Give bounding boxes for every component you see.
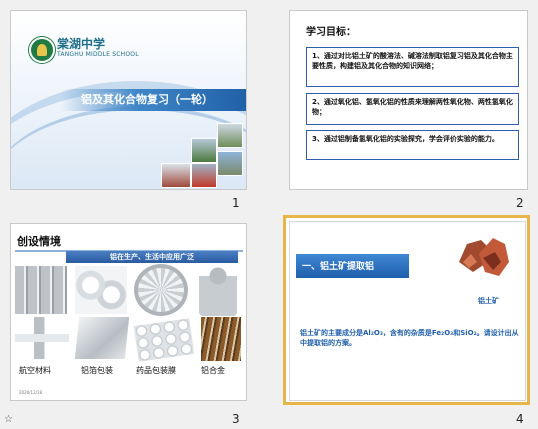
campus-photo	[191, 163, 217, 188]
bauxite-label: 铝土矿	[478, 297, 499, 305]
slide-thumbnail-3[interactable]: 创设情境 铝在生产、生活中应用广泛 航空材料 铝箔包装 药品包装膜 铝合金 20…	[10, 223, 247, 401]
slide-thumbnail-4[interactable]: 一、铝土矿提取铝 铝土矿 铝土矿的主要成分是Al₂O₃，含有的杂质是Fe₂O₃和…	[283, 215, 530, 405]
star-icon[interactable]: ☆	[4, 414, 13, 425]
slide-number: 1	[232, 196, 240, 210]
pill-blister-image	[133, 318, 195, 362]
slide-body-text: 铝土矿的主要成分是Al₂O₃，含有的杂质是Fe₂O₃和SiO₂。请设计出从中提取…	[300, 329, 519, 347]
wheel-rim-image	[134, 264, 188, 316]
slide-heading: 创设情境	[17, 235, 61, 248]
campus-photo	[161, 163, 191, 188]
slide-thumbnail-2[interactable]: 学习目标： 1、通过对比铝土矿的酸溶法、碱溶法制取铝复习铝及其化合物主要性质，构…	[289, 10, 528, 190]
goal-box-1: 1、通过对比铝土矿的酸溶法、碱溶法制取铝复习铝及其化合物主要性质，构建铝及其化合…	[306, 47, 519, 87]
caption-foil: 铝箔包装	[81, 366, 113, 375]
slide-title: 铝及其化合物复习（一轮）	[81, 93, 213, 106]
banner: 铝在生产、生活中应用广泛	[66, 251, 238, 263]
slide-number: 2	[516, 196, 524, 210]
aluminum-foil-image	[74, 317, 130, 359]
goal-box-3: 3、通过铝制备氢氧化铝的实验探究，学会评价实验的能力。	[306, 130, 519, 160]
campus-photo	[217, 151, 243, 176]
caption-aviation: 航空材料	[19, 366, 51, 375]
slide-thumbnail-1[interactable]: 棠湖中学 TANGHU MIDDLE SCHOOL 铝及其化合物复习（一轮）	[10, 10, 247, 190]
protective-suit-image	[199, 266, 237, 316]
caption-alloy: 铝合金	[201, 366, 225, 375]
airplane-image	[15, 317, 69, 359]
slide-number: 4	[516, 412, 524, 426]
slide-number: 3	[232, 412, 240, 426]
goal-box-2: 2、通过氧化铝、氢氧化铝的性质来理解两性氧化物、两性氢氧化物；	[306, 93, 519, 125]
campus-photo	[191, 138, 217, 163]
bauxite-image	[459, 238, 509, 276]
caption-pill-film: 药品包装膜	[136, 366, 176, 375]
aluminum-rods-image	[15, 266, 67, 314]
slide-canvas: 一、铝土矿提取铝 铝土矿 铝土矿的主要成分是Al₂O₃，含有的杂质是Fe₂O₃和…	[289, 221, 526, 401]
alloy-profiles-image	[201, 317, 241, 361]
aluminum-cans-image	[75, 266, 127, 314]
slide-title: 一、铝土矿提取铝	[302, 262, 375, 272]
school-name-cn: 棠湖中学	[57, 37, 106, 51]
slide-heading: 学习目标：	[306, 27, 356, 38]
school-logo-icon	[29, 37, 55, 63]
school-name-en: TANGHU MIDDLE SCHOOL	[57, 51, 139, 58]
slide-date: 2020/12/18	[19, 390, 43, 395]
campus-photo	[217, 123, 243, 148]
